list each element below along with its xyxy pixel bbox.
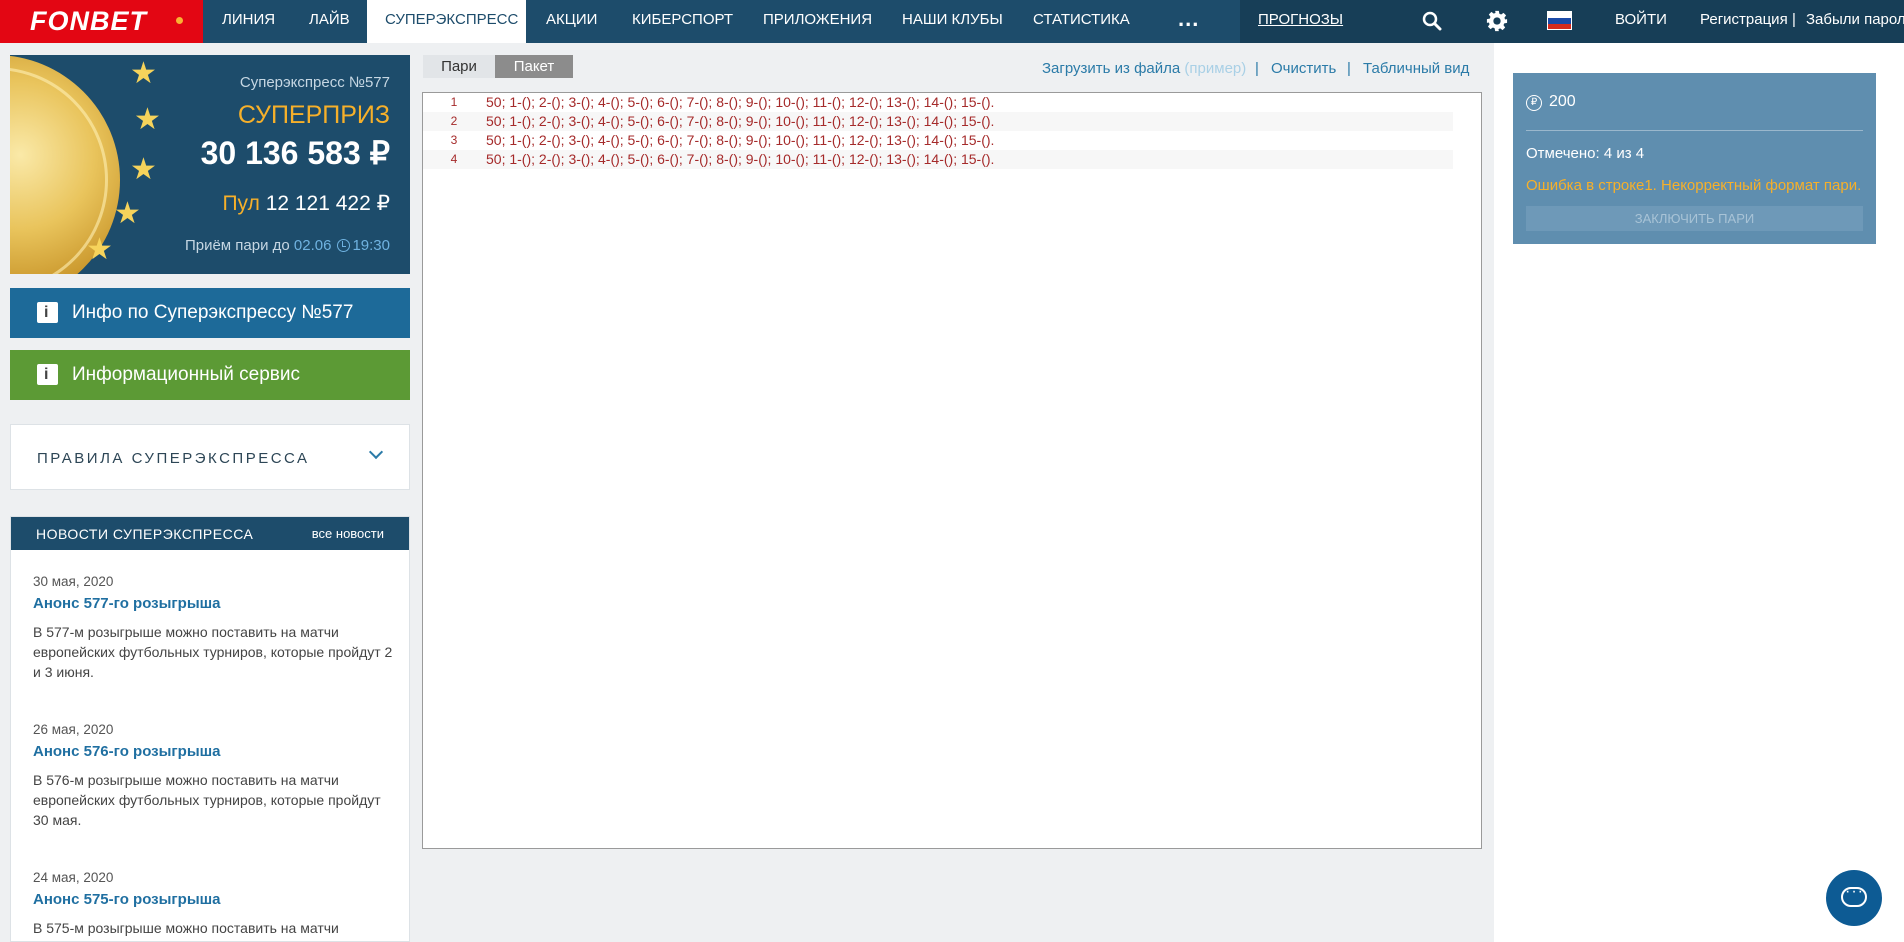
- nav-liniya[interactable]: ЛИНИЯ: [222, 0, 275, 43]
- superexpress-banner: ★ ★ ★ ★ ★ Суперэкспресс №577 СУПЕРПРИЗ 3…: [10, 55, 410, 274]
- gear-icon[interactable]: [1486, 10, 1508, 32]
- tab-pari[interactable]: Пари: [423, 55, 495, 78]
- info-superexpress-button[interactable]: Инфо по Суперэкспрессу №577: [10, 288, 410, 338]
- load-file-group: Загрузить из файла (пример): [1042, 60, 1246, 77]
- news-date: 24 мая, 2020: [33, 870, 114, 885]
- line-text: 50; 1-(); 2-(); 3-(); 4-(); 5-(); 6-(); …: [486, 113, 995, 129]
- accept-label: Приём пари до: [184, 237, 290, 254]
- nav-live[interactable]: ЛАЙВ: [309, 0, 350, 43]
- editor-line: 4 50; 1-(); 2-(); 3-(); 4-(); 5-(); 6-()…: [423, 150, 1453, 169]
- line-text: 50; 1-(); 2-(); 3-(); 4-(); 5-(); 6-(); …: [486, 151, 995, 167]
- chat-bubble-icon: [1841, 883, 1867, 907]
- editor-line: 1 50; 1-(); 2-(); 3-(); 4-(); 5-(); 6-()…: [423, 93, 1453, 112]
- rules-label: ПРАВИЛА СУПЕРЭКСПРЕССА: [37, 450, 310, 467]
- info-service-button[interactable]: Информационный сервис: [10, 350, 410, 400]
- line-text: 50; 1-(); 2-(); 3-(); 4-(); 5-(); 6-(); …: [486, 94, 995, 110]
- news-title-link[interactable]: Анонс 575-го розыгрыша: [33, 891, 393, 908]
- stake-amount[interactable]: 200: [1549, 93, 1576, 111]
- bet-slip-panel: ₽ 200 Отмечено: 4 из 4 Ошибка в строке1.…: [1513, 73, 1876, 244]
- pool-amount: 12 121 422 ₽: [265, 192, 390, 215]
- pool-label: Пул: [222, 192, 260, 215]
- news-item: 24 мая, 2020 Анонс 575-го розыгрыша В 57…: [33, 870, 393, 938]
- nav-apps[interactable]: ПРИЛОЖЕНИЯ: [763, 0, 872, 43]
- line-number: 1: [450, 95, 458, 109]
- news-title-link[interactable]: Анонс 577-го розыгрыша: [33, 595, 393, 612]
- editor-line: 2 50; 1-(); 2-(); 3-(); 4-(); 5-(); 6-()…: [423, 112, 1453, 131]
- draw-number: Суперэкспресс №577: [239, 74, 390, 91]
- clear-link[interactable]: Очистить: [1271, 60, 1336, 77]
- accept-time: 19:30: [352, 237, 390, 254]
- star-icon: ★: [86, 233, 113, 266]
- nav-cybersport[interactable]: КИБЕРСПОРТ: [632, 0, 733, 43]
- search-icon[interactable]: [1422, 11, 1442, 31]
- clock-icon: [337, 239, 351, 252]
- info-icon: [37, 350, 58, 400]
- info-icon: [37, 288, 58, 338]
- example-link[interactable]: (пример): [1184, 60, 1246, 77]
- divider: [1526, 130, 1863, 131]
- accept-deadline: Приём пари до 02.06 19:30: [185, 237, 390, 254]
- line-number: 2: [450, 114, 458, 128]
- chevron-down-icon[interactable]: [368, 444, 384, 460]
- all-news-link[interactable]: все новости: [312, 526, 384, 541]
- marked-count: Отмечено: 4 из 4: [1526, 145, 1645, 162]
- news-title-link[interactable]: Анонс 576-го розыгрыша: [33, 743, 393, 760]
- top-navbar: FONBET ЛИНИЯ ЛАЙВ СУПЕРЭКСПРЕСС АКЦИИ КИ…: [0, 0, 1904, 43]
- chat-button[interactable]: [1826, 870, 1882, 926]
- news-panel: НОВОСТИ СУПЕРЭКСПРЕССА все новости 30 ма…: [10, 516, 410, 942]
- ruble-icon: ₽: [1526, 95, 1542, 111]
- line-number: 4: [450, 152, 458, 166]
- nav-statistics[interactable]: СТАТИСТИКА: [1033, 0, 1130, 43]
- news-header: НОВОСТИ СУПЕРЭКСПРЕССА все новости: [11, 517, 409, 550]
- nav-prognozy[interactable]: ПРОГНОЗЫ: [1258, 11, 1343, 28]
- pool-info: Пул 12 121 422 ₽: [222, 191, 390, 216]
- nav-separator: |: [1792, 11, 1796, 28]
- logo-dot-icon: [176, 17, 183, 24]
- news-date: 26 мая, 2020: [33, 722, 114, 737]
- more-menu-icon[interactable]: ...: [1178, 6, 1199, 32]
- star-icon: ★: [130, 57, 157, 90]
- line-text: 50; 1-(); 2-(); 3-(); 4-(); 5-(); 6-(); …: [486, 132, 995, 148]
- nav-akcii[interactable]: АКЦИИ: [546, 0, 597, 43]
- bet-text-editor[interactable]: 1 50; 1-(); 2-(); 3-(); 4-(); 5-(); 6-()…: [422, 92, 1482, 849]
- news-title: НОВОСТИ СУПЕРЭКСПРЕССА: [36, 526, 254, 542]
- table-view-link[interactable]: Табличный вид: [1363, 60, 1469, 77]
- link-separator: |: [1255, 60, 1259, 77]
- star-icon: ★: [114, 197, 141, 230]
- star-icon: ★: [134, 103, 161, 136]
- news-item: 30 мая, 2020 Анонс 577-го розыгрыша В 57…: [33, 574, 393, 682]
- news-item: 26 мая, 2020 Анонс 576-го розыгрыша В 57…: [33, 722, 393, 830]
- info-superexpress-label: Инфо по Суперэкспрессу №577: [72, 302, 354, 323]
- tab-paket[interactable]: Пакет: [495, 55, 573, 78]
- news-text: В 575-м розыгрыше можно поставить на мат…: [33, 920, 339, 936]
- accept-date: 02.06: [293, 237, 332, 254]
- superprize-label: СУПЕРПРИЗ: [237, 101, 390, 129]
- superprize-amount: 30 136 583 ₽: [200, 135, 390, 171]
- line-number: 3: [450, 133, 458, 147]
- star-icon: ★: [130, 153, 157, 186]
- link-separator: |: [1347, 60, 1351, 77]
- news-date: 30 мая, 2020: [33, 574, 114, 589]
- register-link[interactable]: Регистрация: [1700, 11, 1788, 28]
- place-bet-button[interactable]: ЗАКЛЮЧИТЬ ПАРИ: [1526, 206, 1863, 231]
- editor-line: 3 50; 1-(); 2-(); 3-(); 4-(); 5-(); 6-()…: [423, 131, 1453, 150]
- load-file-link[interactable]: Загрузить из файла: [1042, 60, 1180, 77]
- rules-accordion[interactable]: ПРАВИЛА СУПЕРЭКСПРЕССА: [10, 424, 410, 490]
- news-text: В 577-м розыгрыше можно поставить на мат…: [33, 624, 393, 680]
- forgot-password-link[interactable]: Забыли пароль?: [1806, 11, 1904, 28]
- logo-text: FONBET: [30, 6, 147, 36]
- fonbet-logo[interactable]: FONBET: [0, 0, 203, 43]
- nav-clubs[interactable]: НАШИ КЛУБЫ: [902, 0, 1003, 43]
- error-message: Ошибка в строке1. Некорректный формат па…: [1526, 177, 1862, 194]
- news-text: В 576-м розыгрыше можно поставить на мат…: [33, 772, 381, 828]
- login-button[interactable]: ВОЙТИ: [1615, 11, 1667, 28]
- info-service-label: Информационный сервис: [72, 364, 300, 385]
- russia-flag-icon[interactable]: [1547, 11, 1572, 30]
- nav-superexpress[interactable]: СУПЕРЭКСПРЕСС: [367, 0, 526, 43]
